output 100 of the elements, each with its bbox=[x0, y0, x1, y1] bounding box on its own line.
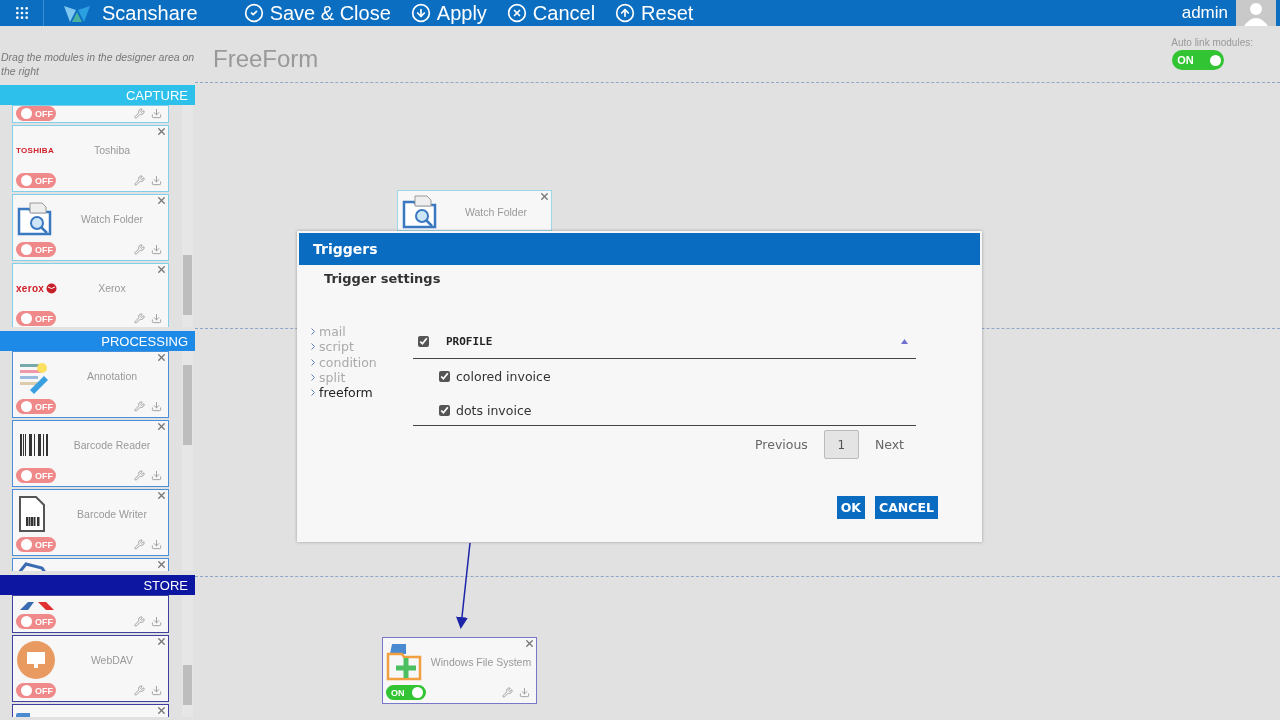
row-label: dots invoice bbox=[456, 402, 532, 418]
checkbox[interactable] bbox=[418, 335, 429, 347]
close-icon[interactable] bbox=[156, 636, 167, 647]
module-card[interactable]: xerox Xerox OFF bbox=[12, 263, 169, 327]
hint-text: Drag the modules in the designer area on the right bbox=[1, 50, 195, 78]
close-icon[interactable] bbox=[156, 421, 167, 432]
module-name: Barcode Reader bbox=[72, 439, 152, 451]
scrollbar[interactable] bbox=[182, 351, 193, 571]
scrollbar[interactable] bbox=[182, 105, 193, 327]
page-title: FreeForm bbox=[213, 45, 319, 73]
toggle-switch[interactable]: OFF bbox=[16, 106, 56, 121]
close-icon[interactable] bbox=[524, 638, 535, 649]
folder-search-icon bbox=[401, 194, 439, 230]
wrench-icon[interactable] bbox=[134, 401, 145, 412]
page-button[interactable]: 1 bbox=[823, 430, 859, 459]
download-icon[interactable] bbox=[151, 470, 162, 481]
toggle-switch[interactable]: OFF bbox=[16, 242, 56, 257]
dialog-button[interactable]: OK bbox=[836, 496, 865, 519]
close-icon[interactable] bbox=[156, 195, 167, 206]
module-card[interactable]: Barcode Writer OFF bbox=[12, 489, 169, 556]
module-name: Xerox bbox=[97, 282, 127, 294]
module-name: Annotation bbox=[85, 370, 139, 382]
dialog-button[interactable]: CANCEL bbox=[875, 496, 938, 519]
toggle-switch[interactable]: OFF bbox=[16, 399, 56, 414]
wrench-icon[interactable] bbox=[134, 244, 145, 255]
app-name: Scanshare bbox=[102, 1, 198, 25]
section-header[interactable]: STORE bbox=[0, 575, 195, 595]
download-icon[interactable] bbox=[151, 313, 162, 324]
close-icon[interactable] bbox=[156, 264, 167, 275]
download-icon[interactable] bbox=[151, 244, 162, 255]
module-node[interactable]: Watch Folder bbox=[397, 190, 552, 231]
close-icon[interactable] bbox=[156, 705, 167, 716]
wrench-icon[interactable] bbox=[134, 539, 145, 550]
close-icon[interactable] bbox=[156, 126, 167, 137]
toolbar-button[interactable]: Apply bbox=[400, 1, 497, 25]
scrollbar[interactable] bbox=[182, 595, 193, 717]
column-header: PROFILE bbox=[446, 334, 493, 348]
checkbox[interactable] bbox=[439, 404, 450, 416]
nav-link[interactable]: freeform bbox=[311, 385, 413, 401]
wrench-icon[interactable] bbox=[134, 616, 145, 627]
wrench-icon[interactable] bbox=[502, 687, 513, 698]
wrench-icon[interactable] bbox=[134, 175, 145, 186]
folder-search-icon bbox=[16, 201, 54, 237]
toggle-switch[interactable]: OFF bbox=[16, 311, 56, 326]
next-link[interactable]: Next bbox=[874, 437, 904, 452]
toggle-switch[interactable]: OFF bbox=[16, 468, 56, 483]
download-icon[interactable] bbox=[151, 616, 162, 627]
module-card[interactable]: WebDAV OFF bbox=[12, 635, 169, 702]
down-arrow-circle-icon bbox=[410, 3, 431, 23]
collapse-icon[interactable] bbox=[901, 338, 908, 344]
module-card[interactable]: Watch Folder OFF bbox=[12, 194, 169, 261]
close-icon[interactable] bbox=[156, 490, 167, 501]
check-circle-icon bbox=[243, 3, 264, 23]
module-card[interactable] bbox=[12, 558, 169, 571]
section-header[interactable]: PROCESSING bbox=[0, 331, 195, 351]
module-card[interactable]: TOSHIBA Toshiba OFF bbox=[12, 125, 169, 192]
module-node[interactable]: Windows File System ON bbox=[382, 637, 537, 704]
ball-icon bbox=[46, 282, 58, 294]
module-card[interactable]: OFF bbox=[12, 105, 169, 123]
nav-link[interactable]: mail bbox=[311, 324, 413, 340]
download-icon[interactable] bbox=[151, 685, 162, 696]
user-name: admin bbox=[1181, 3, 1228, 23]
section-header[interactable]: CAPTURE bbox=[0, 85, 195, 105]
toggle-switch[interactable]: OFF bbox=[16, 537, 56, 552]
toggle-switch[interactable]: OFF bbox=[16, 683, 56, 698]
monitor-circle-icon bbox=[16, 640, 56, 680]
module-card[interactable]: Annotation OFF bbox=[12, 351, 169, 418]
toggle-switch[interactable]: ON bbox=[386, 685, 426, 700]
toggle-switch[interactable]: OFF bbox=[16, 614, 56, 629]
close-icon[interactable] bbox=[156, 352, 167, 363]
toolbar-button[interactable]: Cancel bbox=[496, 1, 606, 25]
module-name: Barcode Writer bbox=[76, 508, 148, 520]
download-icon[interactable] bbox=[151, 175, 162, 186]
module-card[interactable]: OFF bbox=[12, 595, 169, 633]
wrench-icon[interactable] bbox=[134, 313, 145, 324]
avatar-icon[interactable] bbox=[1236, 0, 1276, 26]
toggle-switch[interactable]: OFF bbox=[16, 173, 56, 188]
module-card[interactable]: Barcode Reader OFF bbox=[12, 420, 169, 487]
module-card[interactable] bbox=[12, 704, 169, 717]
toolbar-button[interactable]: Reset bbox=[605, 1, 704, 25]
module-name: Toshiba bbox=[92, 144, 132, 156]
wrench-icon[interactable] bbox=[134, 685, 145, 696]
toggle-switch[interactable]: ON bbox=[1172, 50, 1225, 70]
close-icon[interactable] bbox=[156, 559, 167, 570]
download-icon[interactable] bbox=[151, 401, 162, 412]
toolbar-button[interactable]: Save & Close bbox=[233, 1, 401, 25]
previous-link[interactable]: Previous bbox=[755, 437, 808, 452]
wrench-icon[interactable] bbox=[134, 470, 145, 481]
dialog-subtitle: Trigger settings bbox=[324, 271, 442, 286]
nav-link[interactable]: split bbox=[311, 369, 413, 386]
checkbox[interactable] bbox=[439, 370, 450, 382]
logo-text: xerox bbox=[16, 282, 45, 294]
wrench-icon[interactable] bbox=[134, 108, 145, 119]
download-icon[interactable] bbox=[151, 539, 162, 550]
nav-link[interactable]: script bbox=[311, 339, 413, 355]
dialog-title: Triggers bbox=[313, 241, 378, 257]
close-icon[interactable] bbox=[539, 191, 550, 202]
download-icon[interactable] bbox=[151, 108, 162, 119]
nav-link[interactable]: condition bbox=[311, 354, 413, 370]
download-icon[interactable] bbox=[519, 687, 530, 698]
